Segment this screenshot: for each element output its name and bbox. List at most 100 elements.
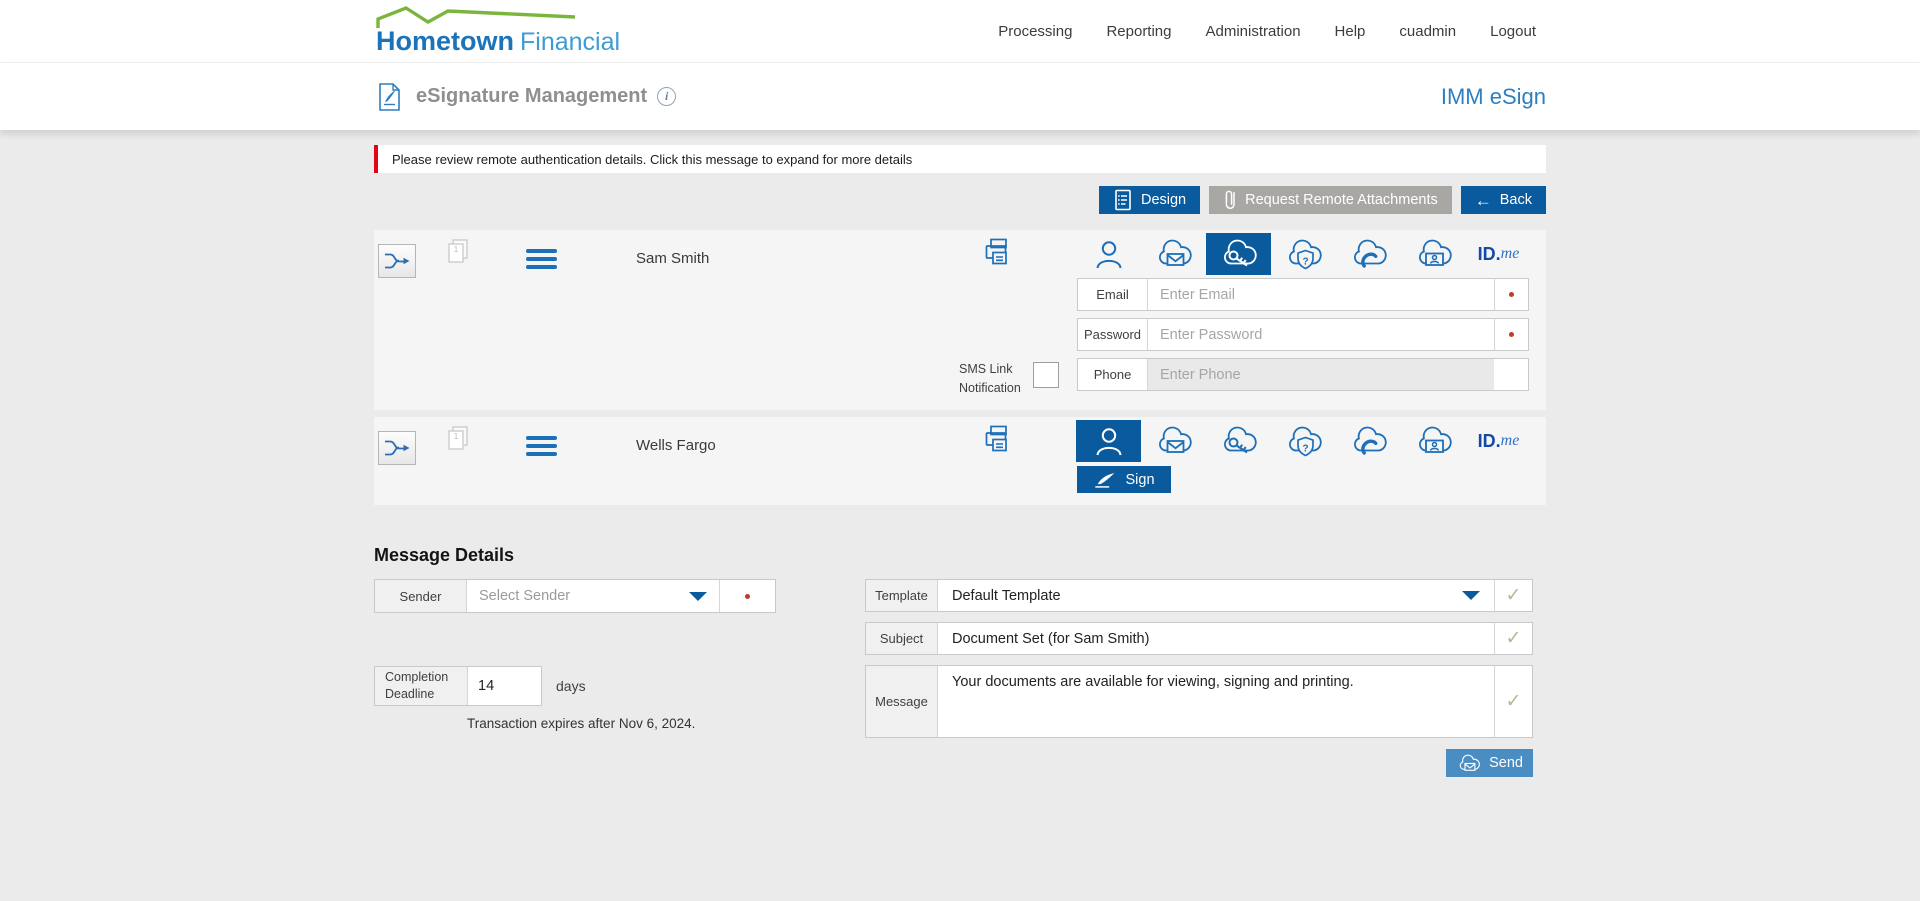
auth-method-strip: ? ID. me (1076, 233, 1534, 275)
sms-link-notification-checkbox[interactable] (1033, 362, 1059, 388)
print-icon[interactable] (980, 236, 1016, 270)
idme-logo: ID. (1477, 430, 1501, 451)
auth-remote-security-question-icon[interactable]: ? (1271, 233, 1336, 275)
completion-deadline-field[interactable] (467, 667, 541, 705)
reorder-handle-icon[interactable] (526, 249, 557, 269)
auth-remote-password-icon[interactable] (1206, 420, 1271, 462)
brand-name: Hometown Financial (376, 26, 620, 57)
auth-in-person-icon[interactable] (1076, 420, 1141, 462)
auth-method-strip: ? ID. me (1076, 420, 1534, 462)
merge-recipient-button[interactable] (378, 244, 416, 278)
action-toolbar: Design Request Remote Attachments ← Back (374, 186, 1546, 214)
subject-label: Subject (866, 623, 938, 654)
message-field[interactable]: Your documents are available for viewing… (938, 666, 1494, 737)
phone-required-cell (1494, 359, 1528, 390)
idme-logo: ID. (1477, 243, 1501, 264)
design-doc-icon (1113, 188, 1133, 212)
sms-link-notification-label: SMS Link Notification (959, 362, 1021, 396)
auth-remote-password-icon[interactable] (1206, 233, 1271, 275)
phone-field[interactable] (1148, 359, 1494, 390)
nav-help[interactable]: Help (1335, 23, 1366, 40)
nav-processing[interactable]: Processing (998, 23, 1072, 40)
sender-dropdown[interactable]: Select Sender (467, 580, 719, 612)
document-count-icon[interactable]: 1 (444, 237, 471, 269)
phone-row: Phone (1077, 358, 1529, 391)
required-dot-icon (1509, 332, 1514, 337)
idme-logo-suffix: me (1500, 245, 1520, 262)
auth-remote-email-icon[interactable] (1141, 233, 1206, 275)
quill-pen-icon (1093, 471, 1117, 489)
send-button[interactable]: Send (1446, 749, 1533, 777)
main-nav: Processing Reporting Administration Help… (998, 23, 1546, 40)
message-valid-check-icon: ✓ (1494, 666, 1532, 737)
auth-remote-id-verification-icon[interactable] (1401, 420, 1466, 462)
message-details-left-column: Sender Select Sender Completion Deadline… (374, 579, 865, 731)
top-header: Hometown Financial Processing Reporting A… (0, 0, 1920, 62)
print-icon[interactable] (980, 423, 1016, 457)
merge-recipient-button[interactable] (378, 431, 416, 465)
auth-remote-security-question-icon[interactable]: ? (1271, 420, 1336, 462)
password-field[interactable] (1148, 319, 1494, 350)
product-name: IMM eSign (1440, 83, 1546, 109)
message-label: Message (866, 666, 938, 737)
auth-remote-email-icon[interactable] (1141, 420, 1206, 462)
password-required-cell (1494, 319, 1528, 350)
esignature-doc-pen-icon (374, 81, 404, 113)
back-arrow-icon: ← (1474, 190, 1492, 210)
completion-deadline-label: Completion Deadline (385, 669, 449, 702)
required-dot-icon (745, 593, 750, 599)
merge-arrow-icon (382, 435, 412, 461)
design-button-label: Design (1140, 192, 1187, 208)
design-button[interactable]: Design (1098, 186, 1201, 214)
sender-label: Sender (375, 580, 467, 612)
svg-text:?: ? (1302, 257, 1308, 268)
phone-label: Phone (1078, 359, 1148, 390)
request-remote-attachments-button[interactable]: Request Remote Attachments (1209, 186, 1452, 214)
sign-button-label: Sign (1125, 471, 1155, 488)
expiry-note: Transaction expires after Nov 6, 2024. (467, 716, 696, 731)
email-label: Email (1078, 279, 1148, 310)
nav-user-cuadmin[interactable]: cuadmin (1399, 23, 1456, 40)
recipient-row-wells-fargo: 1 Wells Fargo ? ID. me Sign (374, 417, 1546, 505)
chevron-down-icon (689, 591, 707, 601)
back-button-label: Back (1499, 192, 1532, 208)
content-area: Please review remote authentication deta… (374, 145, 1546, 777)
document-count-icon[interactable]: 1 (444, 424, 471, 456)
reorder-handle-icon[interactable] (526, 436, 557, 456)
sign-button[interactable]: Sign (1077, 466, 1171, 493)
subject-field[interactable] (938, 623, 1494, 654)
back-button[interactable]: ← Back (1460, 186, 1546, 214)
info-icon[interactable]: i (657, 87, 677, 106)
brand-name-text: Hometown (376, 26, 514, 56)
svg-text:?: ? (1302, 444, 1308, 455)
auth-idme-button[interactable]: ID. me (1466, 420, 1531, 462)
nav-logout[interactable]: Logout (1490, 23, 1536, 40)
completion-deadline-box: Completion Deadline (374, 666, 542, 706)
alert-message[interactable]: Please review remote authentication deta… (374, 145, 1546, 173)
template-dropdown[interactable]: Default Template (938, 580, 1494, 611)
merge-arrow-icon (382, 248, 412, 274)
nav-reporting[interactable]: Reporting (1106, 23, 1171, 40)
remote-auth-form: Email Password Phone (1077, 278, 1529, 398)
sender-required-cell (719, 580, 775, 612)
page-title: eSignature Management (416, 85, 648, 107)
completion-deadline-row: Completion Deadline days (374, 666, 865, 706)
auth-in-person-icon[interactable] (1076, 233, 1141, 275)
message-row: Message Your documents are available for… (865, 665, 1533, 738)
svg-text:1: 1 (454, 245, 459, 254)
message-details-right-column: Template Default Template ✓ Subject ✓ Me… (865, 579, 1546, 777)
auth-idme-button[interactable]: ID. me (1466, 233, 1531, 275)
auth-remote-id-verification-icon[interactable] (1401, 233, 1466, 275)
auth-remote-phone-icon[interactable] (1336, 420, 1401, 462)
nav-administration[interactable]: Administration (1206, 23, 1301, 40)
send-row: Send (865, 749, 1533, 777)
deadline-units-label: days (556, 678, 586, 694)
template-label: Template (866, 580, 938, 611)
email-field[interactable] (1148, 279, 1494, 310)
recipient-name: Sam Smith (636, 250, 710, 267)
brand-logo[interactable]: Hometown Financial (374, 2, 674, 60)
template-valid-check-icon: ✓ (1494, 580, 1532, 611)
template-row: Template Default Template ✓ (865, 579, 1533, 612)
auth-remote-phone-icon[interactable] (1336, 233, 1401, 275)
password-row: Password (1077, 318, 1529, 351)
